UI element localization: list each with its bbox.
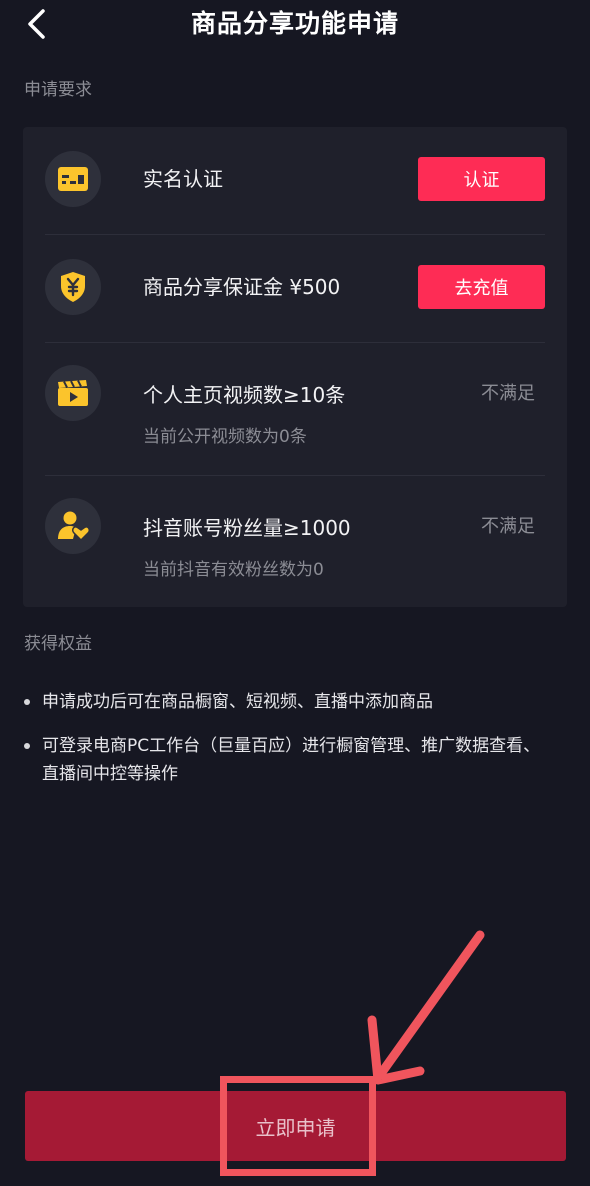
bullet-dot bbox=[24, 699, 30, 705]
requirement-real-name: 实名认证 认证 bbox=[45, 151, 545, 211]
benefit-text: 申请成功后可在商品橱窗、短视频、直播中添加商品 bbox=[42, 692, 433, 712]
divider bbox=[45, 475, 545, 476]
status-not-met: 不满足 bbox=[481, 516, 535, 537]
video-clapper-icon bbox=[58, 380, 88, 406]
requirement-videos: 个人主页视频数≥10条 不满足 当前公开视频数为0条 bbox=[45, 365, 545, 455]
benefits-list: 申请成功后可在商品橱窗、短视频、直播中添加商品 可登录电商PC工作台（巨量百应）… bbox=[24, 688, 554, 804]
requirement-label: 实名认证 bbox=[143, 167, 223, 191]
requirement-label: 商品分享保证金 ¥500 bbox=[143, 275, 341, 299]
requirement-label: 抖音账号粉丝量≥1000 bbox=[143, 516, 351, 540]
benefit-text: 可登录电商PC工作台（巨量百应）进行橱窗管理、推广数据查看、直播间中控等操作 bbox=[42, 736, 541, 784]
divider bbox=[45, 342, 545, 343]
id-card-icon-circle bbox=[45, 151, 101, 207]
yen-shield-icon bbox=[61, 272, 85, 302]
page-title: 商品分享功能申请 bbox=[190, 9, 399, 38]
apply-now-button[interactable]: 立即申请 bbox=[25, 1091, 566, 1161]
bullet-dot bbox=[24, 743, 30, 749]
recharge-button[interactable]: 去充值 bbox=[418, 265, 545, 309]
yen-shield-icon-circle bbox=[45, 259, 101, 315]
list-item: 可登录电商PC工作台（巨量百应）进行橱窗管理、推广数据查看、直播间中控等操作 bbox=[24, 732, 554, 788]
top-bar: 商品分享功能申请 bbox=[0, 0, 590, 50]
requirements-section-title: 申请要求 bbox=[24, 80, 92, 100]
divider bbox=[45, 234, 545, 235]
requirements-card: 实名认证 认证 商品分享保证金 ¥500 去充值 个人主页视频数≥10条 不满足… bbox=[23, 127, 567, 607]
id-card-icon bbox=[58, 167, 88, 191]
requirement-label: 个人主页视频数≥10条 bbox=[143, 383, 346, 407]
list-item: 申请成功后可在商品橱窗、短视频、直播中添加商品 bbox=[24, 688, 554, 716]
benefits-section-title: 获得权益 bbox=[24, 634, 92, 654]
verify-button[interactable]: 认证 bbox=[418, 157, 545, 201]
requirement-fans: 抖音账号粉丝量≥1000 不满足 当前抖音有效粉丝数为0 bbox=[45, 498, 545, 588]
requirement-sub-text: 当前公开视频数为0条 bbox=[143, 427, 307, 447]
fans-heart-icon bbox=[58, 511, 89, 541]
requirement-sub-text: 当前抖音有效粉丝数为0 bbox=[143, 560, 324, 580]
status-not-met: 不满足 bbox=[481, 383, 535, 404]
fans-heart-icon-circle bbox=[45, 498, 101, 554]
annotation-arrow-icon bbox=[367, 930, 485, 1085]
requirement-deposit: 商品分享保证金 ¥500 去充值 bbox=[45, 259, 545, 319]
video-clapper-icon-circle bbox=[45, 365, 101, 421]
